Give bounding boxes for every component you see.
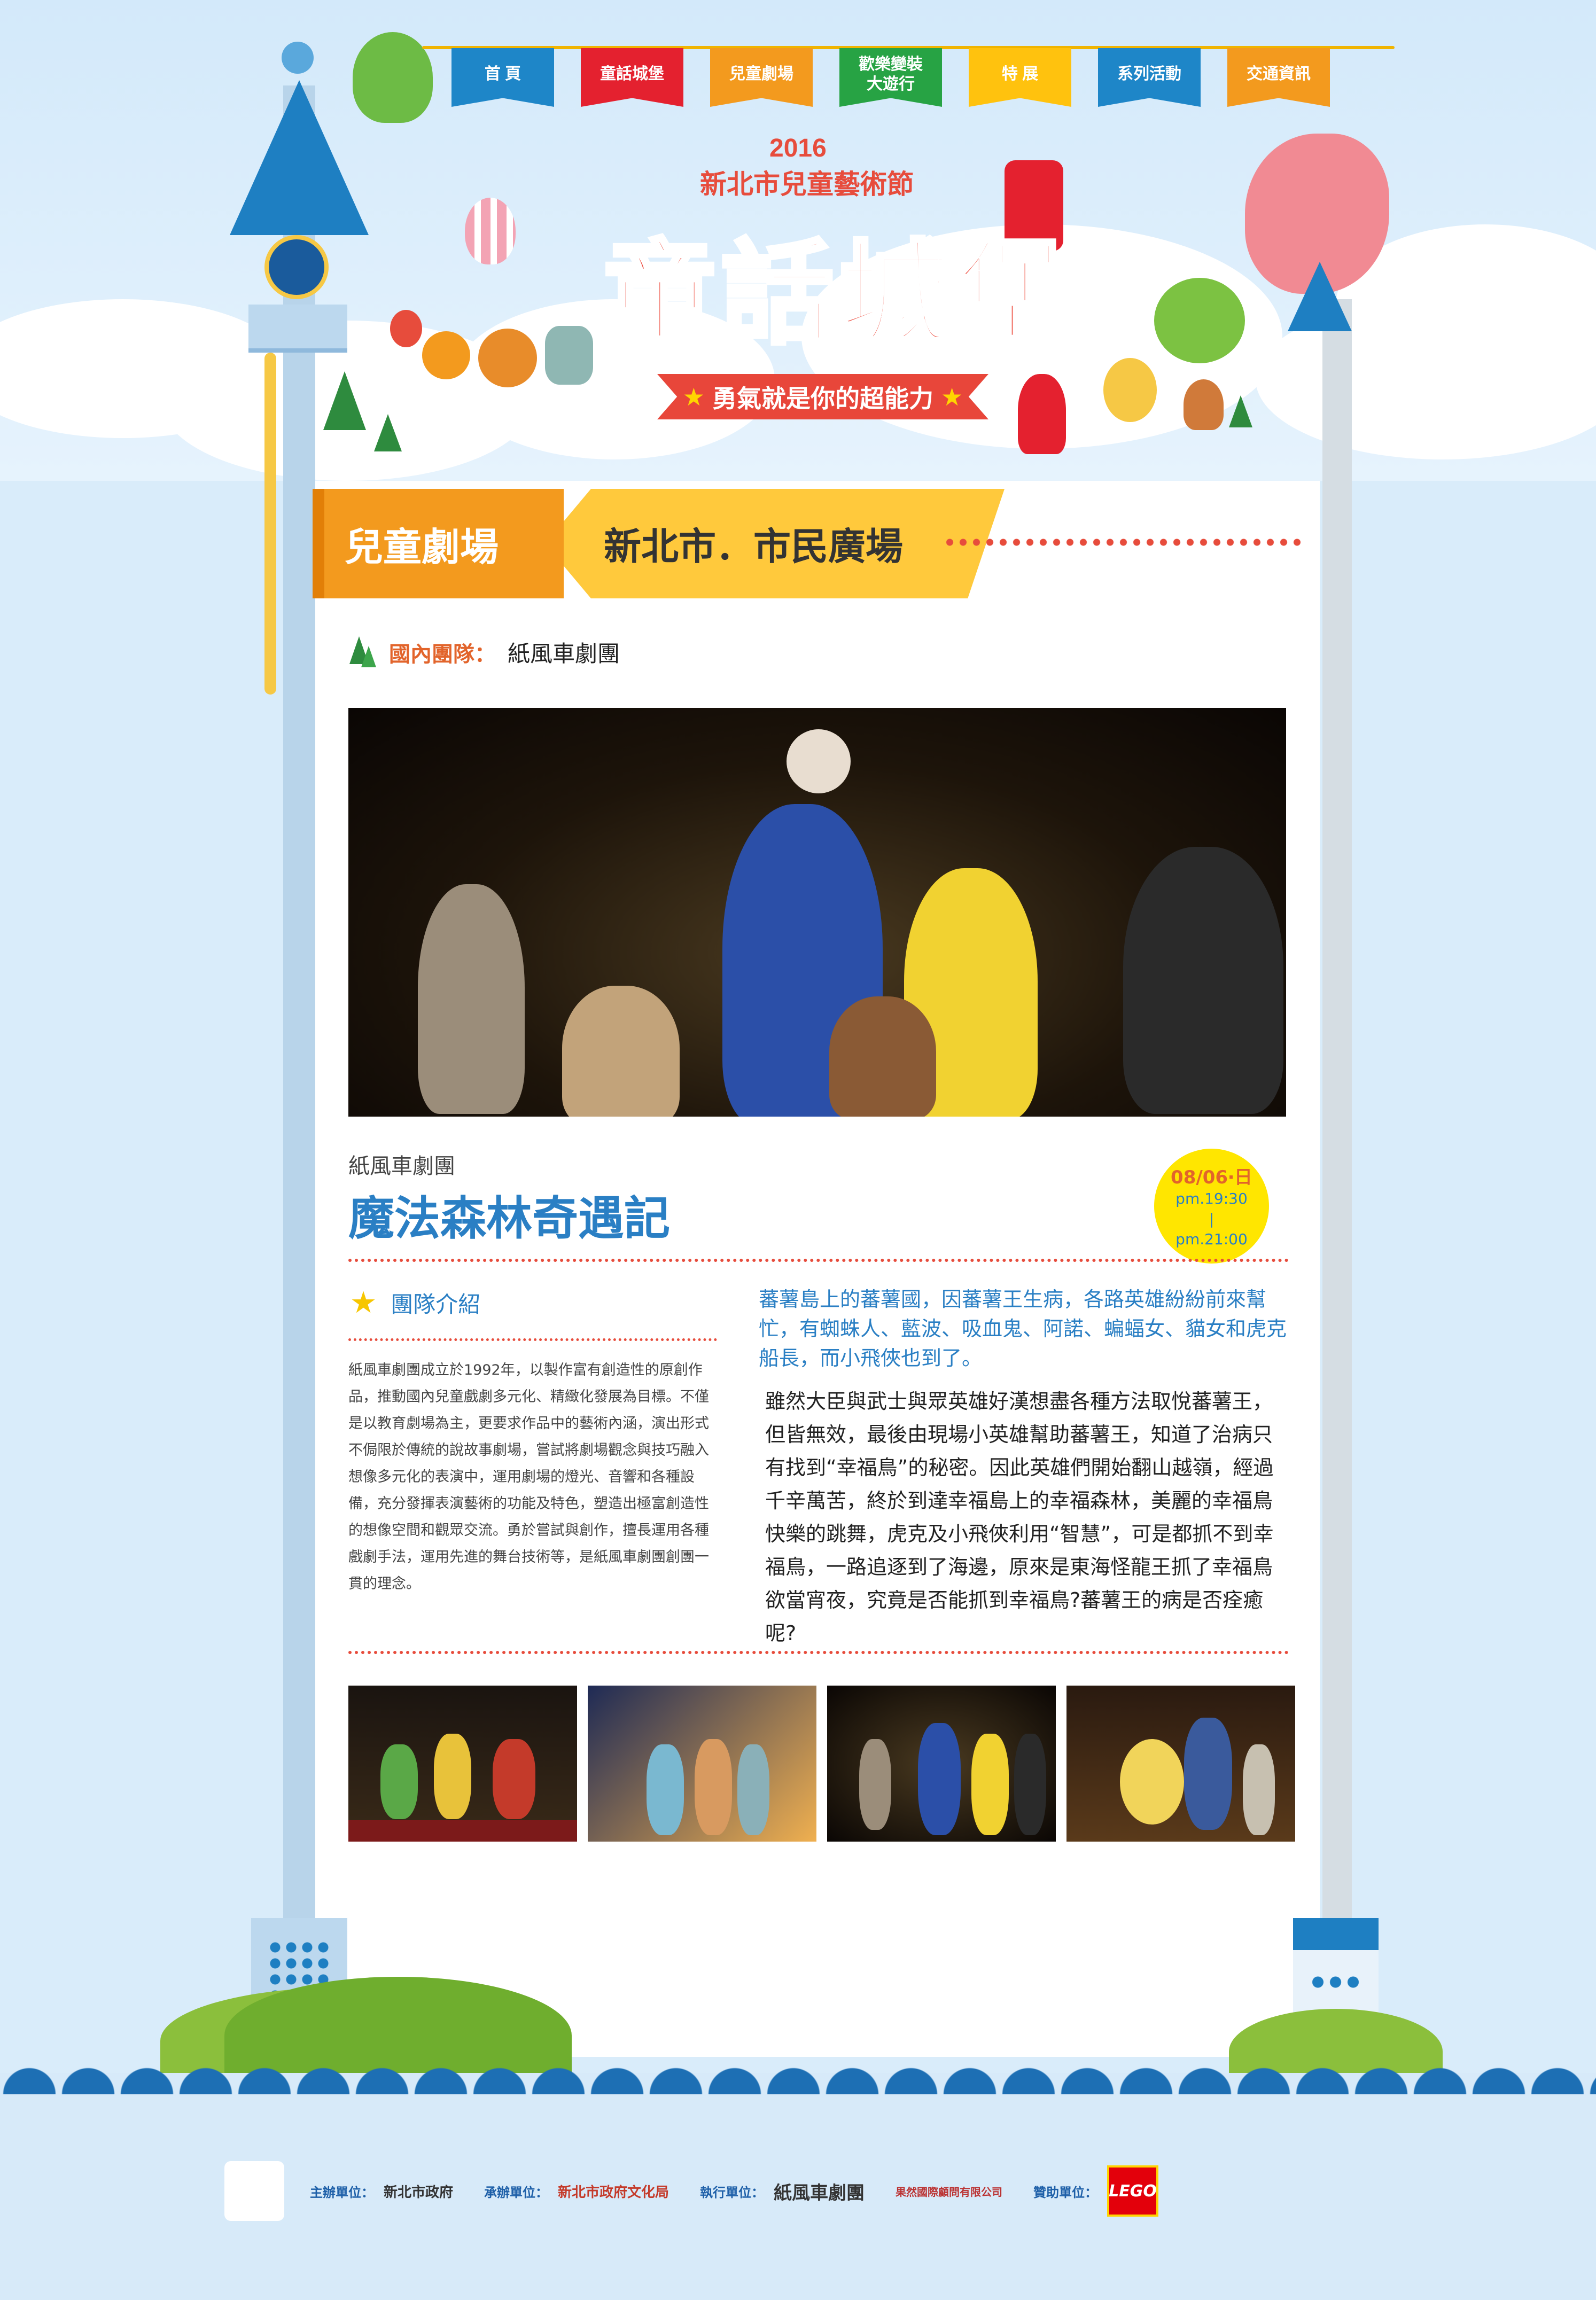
nav-exhibition[interactable]: 特 展 [969, 48, 1071, 107]
bead-string-decoration [943, 537, 1306, 548]
oz-characters-icon [385, 299, 609, 427]
team-line: 國內團隊： 紙風車劇團 [347, 636, 620, 668]
intro-text: 紙風車劇團成立於1992年，以製作富有創造性的原創作品，推動國內兒童戲劇多元化、… [348, 1362, 709, 1592]
intro-heading: ★ 團隊介紹 [350, 1287, 480, 1319]
left-tower [283, 85, 315, 1929]
team-label: 國內團隊： [389, 642, 496, 667]
divider [348, 1651, 1289, 1654]
tree-icon [347, 636, 377, 668]
qr-code-placeholder [224, 2161, 284, 2221]
show-date: 08/06‧日 [1171, 1167, 1252, 1189]
venue-banner: 新北市．市民廣場 [545, 489, 1005, 598]
exec-org-2: 果然國際顧問有限公司 [896, 2185, 1003, 2198]
section-banner: 兒童劇場 [313, 489, 564, 598]
gallery-photo[interactable] [1066, 1686, 1295, 1842]
star-icon: ★ [682, 382, 705, 411]
divider [348, 1259, 1289, 1262]
host-label: 主辦單位： [310, 2185, 374, 2200]
host-org: 新北市政府 [384, 2184, 454, 2201]
gallery-photo[interactable] [588, 1686, 816, 1842]
gingerbread-icon [1184, 379, 1224, 430]
rapunzel-icon [264, 235, 329, 299]
team-name: 紙風車劇團 [508, 641, 620, 667]
balloon-icon [465, 198, 516, 264]
logo-slogan-ribbon: ★ 勇氣就是你的超能力 ★ [657, 374, 988, 419]
performance-photo [348, 708, 1286, 1117]
nav-transport-info[interactable]: 交通資訊 [1227, 48, 1330, 107]
lego-logo: LEGO [1107, 2165, 1159, 2217]
nav-costume-parade[interactable]: 歡樂變裝 大遊行 [839, 48, 942, 107]
photo-gallery [348, 1686, 1295, 1842]
tree-icon [323, 371, 366, 430]
exec-label: 執行單位： [700, 2185, 765, 2200]
logo-title: 童話城堡 [602, 227, 1075, 362]
intro-heading-label: 團隊介紹 [391, 1291, 481, 1317]
tower-balcony [248, 305, 347, 353]
logo-slogan: 勇氣就是你的超能力 [712, 384, 933, 413]
show-title: 魔法森林奇遇記 [348, 1192, 670, 1245]
sea-waves [0, 2041, 1596, 2094]
hair-braid-icon [264, 353, 276, 695]
sponsor-label: 贊助單位： [1033, 2185, 1098, 2200]
logo-year: 2016 [769, 134, 827, 162]
nav-home[interactable]: 首 頁 [451, 48, 554, 107]
show-time-start: pm.19:30 [1175, 1190, 1248, 1208]
frog-prince-icon [1154, 278, 1245, 363]
story-lead: 蕃薯島上的蕃薯國，因蕃薯王生病，各路英雄紛紛前來幫忙，有蜘蛛人、藍波、吸血鬼、阿… [759, 1288, 1287, 1370]
gallery-photo[interactable] [827, 1686, 1056, 1842]
co-org: 新北市政府文化局 [558, 2184, 669, 2201]
logo-subtitle: 新北市兒童藝術節 [700, 169, 914, 200]
co-label: 承辦單位： [484, 2185, 549, 2200]
star-icon: ★ [941, 382, 963, 411]
section-title: 兒童劇場 [345, 525, 499, 570]
tree-icon [1229, 395, 1252, 427]
show-time-end: pm.21:00 [1175, 1230, 1248, 1248]
divider [348, 1338, 717, 1341]
nav-fairytale-castle[interactable]: 童話城堡 [581, 48, 683, 107]
star-icon: ★ [350, 1285, 377, 1320]
story-body: 雖然大臣與武士與眾英雄好漢想盡各種方法取悅蕃薯王，但皆無效，最後由現場小英雄幫助… [765, 1390, 1274, 1645]
show-troupe: 紙風車劇團 [348, 1154, 455, 1179]
nav-children-theater[interactable]: 兒童劇場 [710, 48, 813, 107]
exec-org: 紙風車劇團 [774, 2182, 865, 2204]
footer: 主辦單位： 新北市政府 承辦單位： 新北市政府文化局 執行單位： 紙風車劇團 果… [224, 2161, 1159, 2221]
main-nav: 首 頁 童話城堡 兒童劇場 歡樂變裝 大遊行 特 展 系列活動 交通資訊 [451, 48, 1330, 107]
peter-pan-icon [353, 32, 433, 123]
gallery-photo[interactable] [348, 1686, 577, 1842]
red-riding-hood-icon [1018, 374, 1066, 454]
pinocchio-icon [1103, 358, 1157, 422]
show-time-separator: | [1209, 1210, 1214, 1228]
right-tower [1322, 299, 1352, 1929]
tower-ball-icon [282, 42, 314, 74]
venue-label: 新北市．市民廣場 [604, 525, 903, 568]
show-date-badge: 08/06‧日 pm.19:30 | pm.21:00 [1154, 1149, 1269, 1264]
nav-series-events[interactable]: 系列活動 [1098, 48, 1201, 107]
